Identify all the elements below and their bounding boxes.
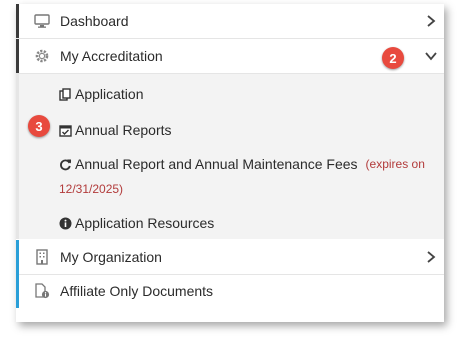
copy-icon [59, 87, 72, 101]
submenu-item-application-resources[interactable]: Application Resources [59, 215, 214, 231]
accent-bar [16, 240, 19, 274]
monitor-icon [34, 13, 50, 29]
accreditation-submenu: Application Annual Reports Annual Report… [16, 74, 444, 239]
menu-item-affiliate-documents[interactable]: Affiliate Only Documents [16, 274, 444, 308]
accent-bar [16, 274, 19, 308]
chevron-right-icon[interactable] [424, 250, 438, 264]
refresh-icon [59, 158, 72, 171]
chevron-down-icon[interactable] [424, 49, 438, 63]
calendar-check-icon [59, 124, 72, 137]
step-badge-3: 3 [28, 115, 50, 137]
submenu-item-annual-fees[interactable]: Annual Report and Annual Maintenance Fee… [59, 156, 425, 172]
building-icon [34, 249, 50, 265]
affiliate-documents-label: Affiliate Only Documents [60, 283, 214, 299]
submenu-item-annual-reports[interactable]: Annual Reports [59, 122, 172, 138]
expires-prefix: (expires on [365, 157, 425, 171]
dashboard-label: Dashboard [60, 13, 129, 29]
my-organization-label: My Organization [60, 249, 162, 265]
active-accent-bar [16, 39, 19, 73]
submenu-item-application[interactable]: Application [59, 86, 144, 102]
expires-date: 12/31/2025) [59, 182, 124, 196]
application-resources-label: Application Resources [75, 215, 215, 231]
menu-item-dashboard[interactable]: Dashboard [16, 4, 444, 39]
chevron-right-icon[interactable] [424, 14, 438, 28]
side-menu: Dashboard My Accreditation 2 Application… [16, 4, 444, 322]
gear-icon [34, 48, 50, 64]
active-accent-bar [16, 4, 19, 38]
application-label: Application [75, 86, 144, 102]
step-badge-2: 2 [382, 47, 404, 69]
document-info-icon [34, 283, 50, 299]
menu-item-my-organization[interactable]: My Organization [16, 240, 444, 275]
menu-item-my-accreditation[interactable]: My Accreditation [16, 39, 444, 74]
annual-fees-label: Annual Report and Annual Maintenance Fee… [75, 156, 358, 172]
annual-reports-label: Annual Reports [75, 122, 172, 138]
my-accreditation-label: My Accreditation [60, 48, 163, 64]
info-icon [59, 217, 72, 230]
